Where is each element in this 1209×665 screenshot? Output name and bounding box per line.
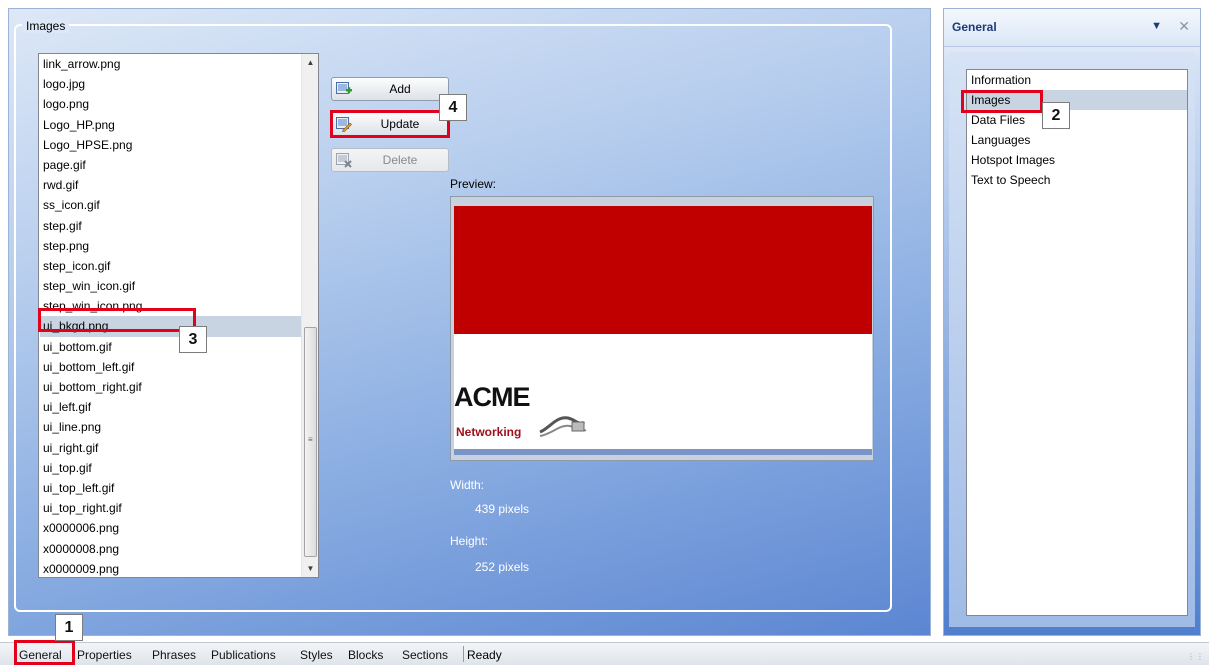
list-item[interactable]: ss_icon.gif — [40, 195, 303, 215]
add-image-icon — [336, 82, 352, 94]
status-text: Ready — [467, 648, 502, 662]
status-separator — [463, 646, 464, 662]
tab-blocks[interactable]: Blocks — [348, 648, 383, 662]
list-item[interactable]: step.gif — [40, 216, 303, 236]
list-item[interactable]: x0000009.png — [40, 559, 303, 577]
networking-logo-text: Networking — [456, 425, 522, 439]
category-item-information[interactable]: Information — [967, 70, 1187, 90]
tab-phrases[interactable]: Phrases — [152, 648, 196, 662]
delete-button-label: Delete — [382, 153, 418, 167]
image-preview: ACME Networking — [450, 196, 874, 461]
panel-title: General — [952, 20, 997, 34]
scroll-down-icon[interactable]: ▼ — [302, 560, 318, 577]
callout-number-2: 2 — [1042, 102, 1070, 129]
list-item[interactable]: rwd.gif — [40, 175, 303, 195]
panel-header: General ▼ ✕ — [944, 9, 1200, 47]
highlight-box-general — [14, 640, 75, 665]
preview-label: Preview: — [450, 177, 497, 191]
preview-image: ACME Networking — [454, 206, 872, 455]
list-item[interactable]: x0000006.png — [40, 518, 303, 538]
delete-image-icon — [336, 153, 352, 168]
callout-number-4: 4 — [439, 94, 467, 121]
category-item-data-files[interactable]: Data Files — [967, 110, 1187, 130]
list-item[interactable]: page.gif — [40, 155, 303, 175]
list-item[interactable]: ui_right.gif — [40, 438, 303, 458]
add-button[interactable]: Add — [331, 77, 449, 101]
list-item[interactable]: logo.png — [40, 94, 303, 114]
category-item-languages[interactable]: Languages — [967, 130, 1187, 150]
resize-grip-icon[interactable]: ⋮⋮ — [1187, 652, 1205, 661]
add-button-label: Add — [389, 82, 411, 96]
preview-bottom-strip — [454, 449, 872, 455]
list-item[interactable]: ui_top.gif — [40, 458, 303, 478]
callout-number-3: 3 — [179, 326, 207, 353]
highlight-box-update — [330, 110, 450, 138]
list-item[interactable]: ui_top_left.gif — [40, 478, 303, 498]
height-label: Height: — [450, 534, 489, 548]
status-bar: General Properties Phrases Publications … — [0, 642, 1209, 665]
network-cable-icon — [539, 416, 587, 437]
scroll-thumb[interactable]: ≡ — [304, 327, 317, 557]
dropdown-icon[interactable]: ▼ — [1151, 20, 1162, 32]
tab-sections[interactable]: Sections — [402, 648, 448, 662]
list-item[interactable]: x0000008.png — [40, 539, 303, 559]
height-value: 252 pixels — [475, 560, 530, 574]
width-value: 439 pixels — [475, 502, 530, 516]
acme-logo-text: ACME — [454, 382, 530, 412]
list-item[interactable]: ui_left.gif — [40, 397, 303, 417]
list-item[interactable]: step.png — [40, 236, 303, 256]
tab-properties[interactable]: Properties — [77, 648, 132, 662]
highlight-box-images — [961, 90, 1043, 113]
list-item[interactable]: Logo_HP.png — [40, 115, 303, 135]
list-item[interactable]: step_icon.gif — [40, 256, 303, 276]
list-item[interactable]: ui_bottom.gif — [40, 337, 303, 357]
callout-number-1: 1 — [55, 614, 83, 641]
list-item[interactable]: ui_bottom_right.gif — [40, 377, 303, 397]
scroll-up-icon[interactable]: ▲ — [302, 54, 318, 71]
grip-icon: ≡ — [308, 435, 313, 444]
list-item[interactable]: ui_bottom_left.gif — [40, 357, 303, 377]
list-scrollbar[interactable]: ▲ ≡ ▼ — [301, 54, 318, 577]
list-item[interactable]: logo.jpg — [40, 74, 303, 94]
tab-publications[interactable]: Publications — [211, 648, 276, 662]
delete-button[interactable]: Delete — [331, 148, 449, 172]
category-list[interactable]: Information Images Data Files Languages … — [966, 69, 1188, 616]
panel-body: Information Images Data Files Languages … — [949, 52, 1195, 627]
preview-red-band — [454, 206, 872, 334]
tab-styles[interactable]: Styles — [300, 648, 333, 662]
category-item-text-to-speech[interactable]: Text to Speech — [967, 170, 1187, 190]
list-item[interactable]: ui_top_right.gif — [40, 498, 303, 518]
width-label: Width: — [450, 478, 485, 492]
list-item[interactable]: Logo_HPSE.png — [40, 135, 303, 155]
close-icon[interactable]: ✕ — [1178, 18, 1190, 35]
category-item-hotspot-images[interactable]: Hotspot Images — [967, 150, 1187, 170]
images-group-title: Images — [22, 19, 70, 33]
list-item[interactable]: link_arrow.png — [40, 54, 303, 74]
list-item[interactable]: step_win_icon.gif — [40, 276, 303, 296]
highlight-box-file — [38, 308, 196, 332]
list-item[interactable]: ui_line.png — [40, 417, 303, 437]
